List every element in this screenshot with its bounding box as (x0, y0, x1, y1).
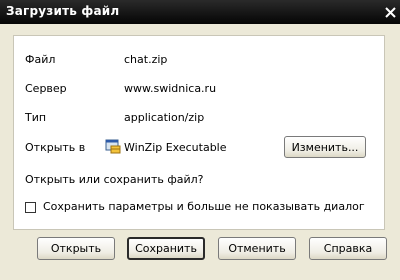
window-title: Загрузить файл (6, 4, 120, 18)
open-or-save-question: Открыть или сохранить файл? (25, 173, 204, 186)
remember-checkbox-label[interactable]: Сохранить параметры и больше не показыва… (43, 200, 365, 214)
winzip-icon (105, 139, 121, 154)
file-label: Файл (25, 53, 56, 66)
type-label: Тип (25, 111, 47, 124)
open-with-value: WinZip Executable (124, 141, 227, 154)
help-button[interactable]: Справка (309, 237, 387, 260)
server-value: www.swidnica.ru (124, 82, 217, 95)
save-button[interactable]: Сохранить (127, 237, 205, 260)
server-label: Сервер (25, 82, 67, 95)
open-button[interactable]: Открыть (37, 237, 115, 260)
close-icon (384, 6, 396, 18)
cancel-button[interactable]: Отменить (218, 237, 296, 260)
file-details-panel: Файл chat.zip Сервер www.swidnica.ru Тип… (13, 35, 385, 230)
change-button[interactable]: Изменить... (284, 136, 366, 158)
remember-checkbox[interactable] (25, 202, 36, 213)
open-with-label: Открыть в (25, 141, 86, 154)
file-value: chat.zip (124, 53, 168, 66)
type-value: application/zip (124, 111, 205, 124)
title-bar[interactable]: Загрузить файл (0, 0, 400, 24)
close-button[interactable] (382, 4, 398, 20)
download-dialog: Загрузить файл Файл chat.zip Сервер www.… (0, 0, 400, 280)
